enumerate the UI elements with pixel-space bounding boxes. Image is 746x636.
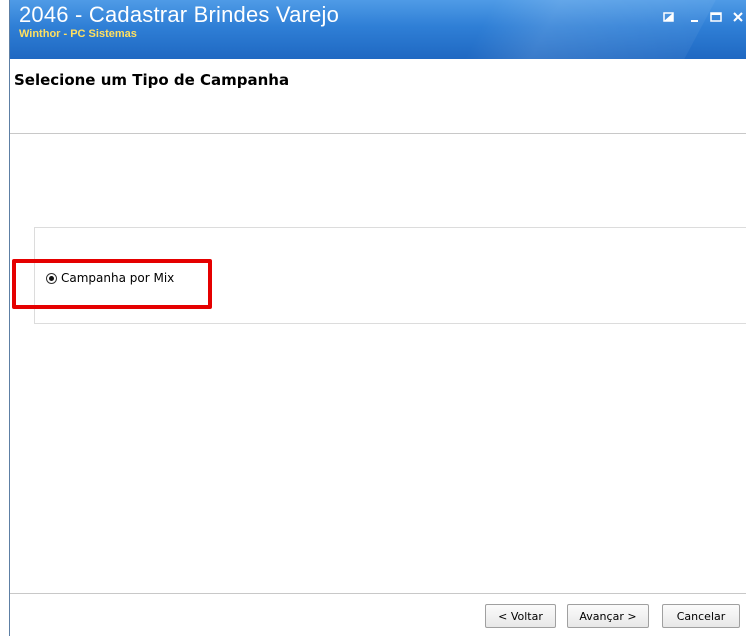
- next-button[interactable]: Avançar >: [567, 604, 649, 628]
- highlight-box: [12, 259, 212, 309]
- title-bar-sheen: [464, 0, 716, 59]
- app-window: 2046 - Cadastrar Brindes Varejo Winthor …: [9, 0, 746, 636]
- restore-icon[interactable]: [662, 10, 676, 24]
- cancel-button[interactable]: Cancelar: [662, 604, 740, 628]
- window-subtitle: Winthor - PC Sistemas: [19, 28, 137, 40]
- window-title: 2046 - Cadastrar Brindes Varejo: [19, 2, 340, 27]
- maximize-icon[interactable]: [709, 10, 723, 24]
- close-icon[interactable]: [731, 10, 745, 24]
- title-bar[interactable]: 2046 - Cadastrar Brindes Varejo Winthor …: [10, 0, 746, 59]
- page-title: Selecione um Tipo de Campanha: [14, 71, 290, 89]
- wizard-header: Selecione um Tipo de Campanha: [10, 59, 746, 134]
- minimize-icon[interactable]: [688, 10, 702, 24]
- back-button[interactable]: < Voltar: [485, 604, 556, 628]
